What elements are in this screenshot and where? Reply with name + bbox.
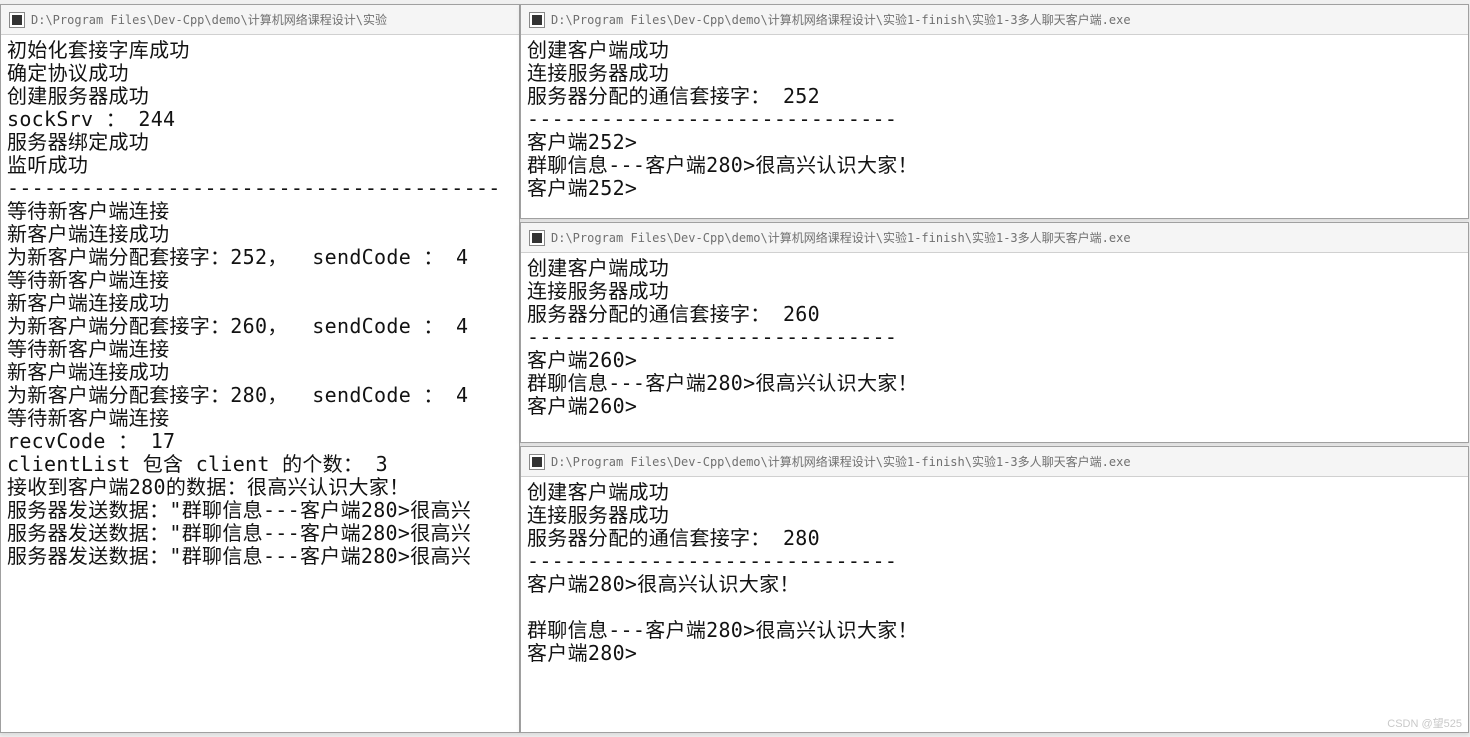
titlebar[interactable]: D:\Program Files\Dev-Cpp\demo\计算机网络课程设计\…: [521, 223, 1468, 253]
titlebar[interactable]: D:\Program Files\Dev-Cpp\demo\计算机网络课程设计\…: [521, 5, 1468, 35]
console-output[interactable]: 创建客户端成功 连接服务器成功 服务器分配的通信套接字： 252 -------…: [521, 35, 1468, 204]
server-console-window[interactable]: D:\Program Files\Dev-Cpp\demo\计算机网络课程设计\…: [0, 4, 520, 733]
console-output[interactable]: 创建客户端成功 连接服务器成功 服务器分配的通信套接字： 280 -------…: [521, 477, 1468, 669]
client2-console-window[interactable]: D:\Program Files\Dev-Cpp\demo\计算机网络课程设计\…: [520, 222, 1469, 443]
titlebar[interactable]: D:\Program Files\Dev-Cpp\demo\计算机网络课程设计\…: [521, 447, 1468, 477]
app-icon: [529, 454, 545, 470]
app-icon: [9, 12, 25, 28]
watermark: CSDN @望525: [1387, 715, 1462, 731]
client3-console-window[interactable]: D:\Program Files\Dev-Cpp\demo\计算机网络课程设计\…: [520, 446, 1469, 733]
titlebar[interactable]: D:\Program Files\Dev-Cpp\demo\计算机网络课程设计\…: [1, 5, 519, 35]
window-title: D:\Program Files\Dev-Cpp\demo\计算机网络课程设计\…: [31, 11, 387, 28]
console-output[interactable]: 创建客户端成功 连接服务器成功 服务器分配的通信套接字： 260 -------…: [521, 253, 1468, 422]
console-output[interactable]: 初始化套接字库成功 确定协议成功 创建服务器成功 sockSrv ： 244 服…: [1, 35, 519, 572]
window-title: D:\Program Files\Dev-Cpp\demo\计算机网络课程设计\…: [551, 453, 1131, 470]
window-title: D:\Program Files\Dev-Cpp\demo\计算机网络课程设计\…: [551, 11, 1131, 28]
app-icon: [529, 12, 545, 28]
client1-console-window[interactable]: D:\Program Files\Dev-Cpp\demo\计算机网络课程设计\…: [520, 4, 1469, 219]
app-icon: [529, 230, 545, 246]
window-title: D:\Program Files\Dev-Cpp\demo\计算机网络课程设计\…: [551, 229, 1131, 246]
